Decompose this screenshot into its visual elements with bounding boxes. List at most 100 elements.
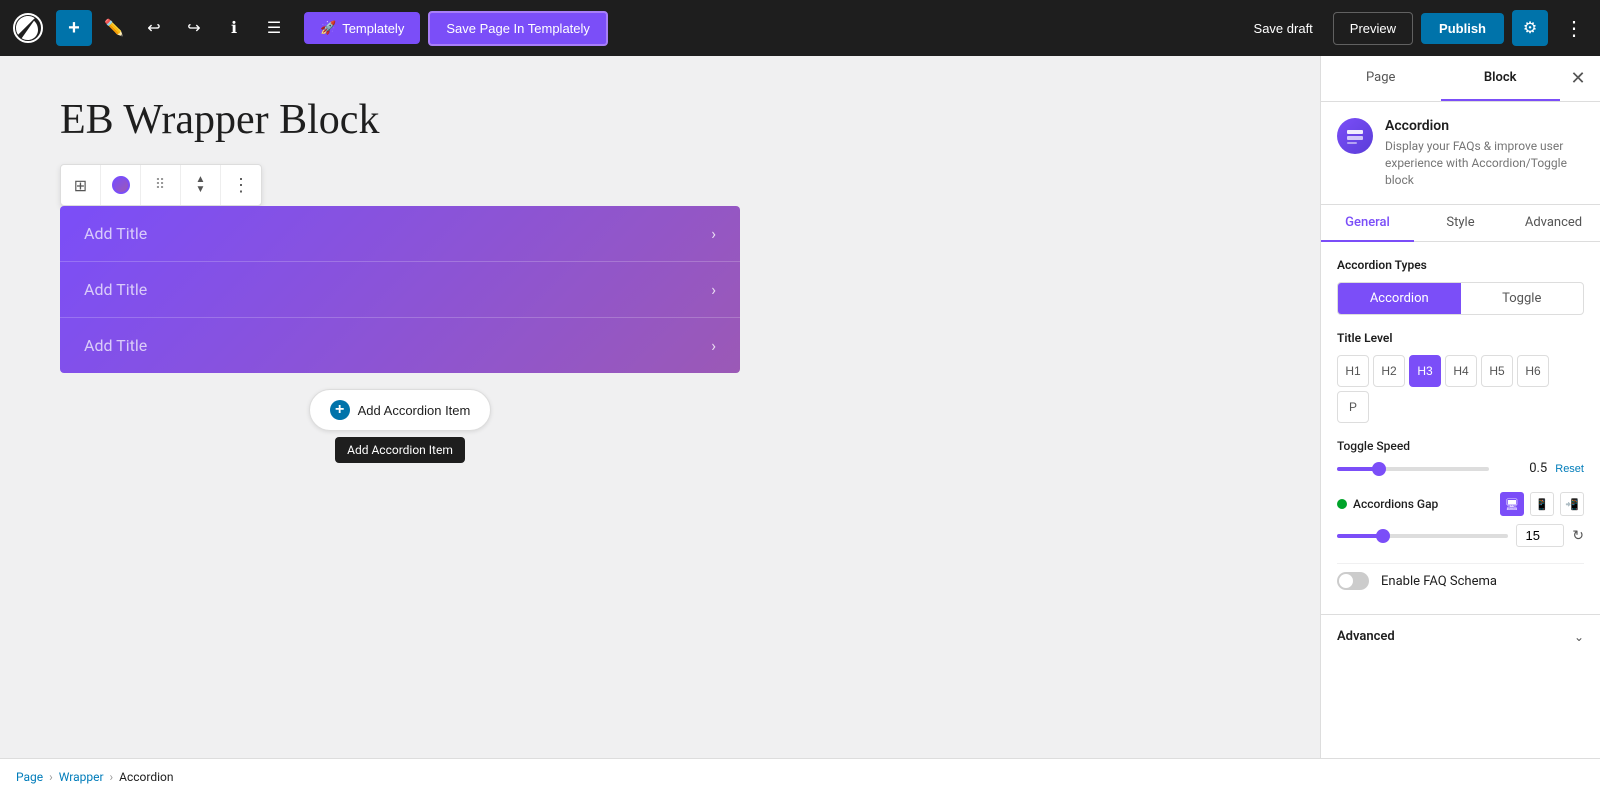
block-options[interactable]: ⋮ [221, 165, 261, 205]
breadcrumb-page[interactable]: Page [16, 770, 43, 784]
panel-content: Accordion Types Accordion Toggle Title L… [1321, 242, 1600, 614]
add-accordion-button[interactable]: + Add Accordion Item [309, 389, 492, 431]
add-block-button[interactable]: + [56, 10, 92, 46]
accordion-title-3: Add Title [84, 336, 147, 355]
toolbar: + ✏️ ↩ ↪ ℹ ☰ 🚀 Templately Save Page In T… [0, 0, 1600, 56]
toggle-speed-section: Toggle Speed 0.5 Reset [1337, 439, 1584, 476]
undo-button[interactable]: ↩ [136, 10, 172, 46]
accordion-types-label: Accordion Types [1337, 258, 1584, 272]
save-templately-button[interactable]: Save Page In Templately [428, 11, 608, 46]
title-level-h1[interactable]: H1 [1337, 355, 1369, 387]
gap-icon-desktop[interactable]: 🖥 [1500, 492, 1524, 516]
panel-tab-general[interactable]: General [1321, 205, 1414, 242]
info-icon: ℹ [231, 18, 237, 38]
accordions-gap-label: Accordions Gap [1353, 497, 1494, 511]
faq-schema-toggle[interactable] [1337, 572, 1369, 590]
accordion-type-toggle-btn[interactable]: Toggle [1461, 283, 1584, 314]
toggle-speed-slider[interactable] [1337, 467, 1489, 471]
advanced-header[interactable]: Advanced ⌄ [1321, 615, 1600, 658]
redo-button[interactable]: ↪ [176, 10, 212, 46]
add-accordion-container: + Add Accordion Item Add Accordion Item [60, 389, 740, 463]
undo-icon: ↩ [147, 18, 160, 38]
block-type-icon[interactable]: ⊞ [61, 165, 101, 205]
publish-label: Publish [1439, 21, 1486, 36]
toggle-speed-label-row: Toggle Speed [1337, 439, 1584, 453]
tooltip-text: Add Accordion Item [347, 443, 453, 457]
publish-button[interactable]: Publish [1421, 13, 1504, 44]
faq-schema-label: Enable FAQ Schema [1381, 574, 1497, 589]
breadcrumb-sep-2: › [110, 770, 114, 784]
sidebar-close-button[interactable]: ✕ [1560, 61, 1596, 97]
accordions-gap-slider[interactable] [1337, 534, 1508, 538]
title-level-section: Title Level H1 H2 H3 H4 H5 H6 P [1337, 331, 1584, 423]
accordions-gap-reset[interactable]: ↻ [1572, 528, 1584, 544]
settings-button[interactable]: ⚙ [1512, 10, 1548, 46]
templately-icon: 🚀 [320, 20, 336, 36]
gap-icon-mobile[interactable]: 📲 [1560, 492, 1584, 516]
title-level-h3[interactable]: H3 [1409, 355, 1441, 387]
title-level-p[interactable]: P [1337, 391, 1369, 423]
toggle-switch-inner [1339, 574, 1353, 588]
panel-advanced-label: Advanced [1525, 215, 1582, 230]
accordion-type-accordion[interactable]: Accordion [1338, 283, 1461, 314]
accordion-item-2[interactable]: Add Title › [60, 262, 740, 318]
toggle-speed-label: Toggle Speed [1337, 439, 1410, 453]
accordion-arrow-2: › [711, 280, 716, 299]
ellipsis-icon: ⋮ [1564, 16, 1584, 41]
accordions-gap-section: Accordions Gap 🖥 📱 📲 ↻ [1337, 492, 1584, 547]
save-draft-button[interactable]: Save draft [1242, 13, 1325, 44]
drag-handle[interactable]: ⠿ [141, 165, 181, 205]
accordions-gap-label-row: Accordions Gap 🖥 📱 📲 [1337, 492, 1584, 516]
advanced-section: Advanced ⌄ [1321, 614, 1600, 658]
templately-label: Templately [342, 21, 404, 36]
block-circle-icon[interactable] [101, 165, 141, 205]
title-level-h4[interactable]: H4 [1445, 355, 1477, 387]
accordion-title-1: Add Title [84, 224, 147, 243]
move-up-down[interactable]: ▲▼ [181, 165, 221, 205]
redo-icon: ↪ [187, 18, 200, 38]
preview-button[interactable]: Preview [1333, 12, 1413, 45]
advanced-title: Advanced [1337, 629, 1395, 644]
accordion-item-1[interactable]: Add Title › [60, 206, 740, 262]
gear-icon: ⚙ [1523, 18, 1537, 38]
accordion-item-3[interactable]: Add Title › [60, 318, 740, 373]
block-icon [1337, 118, 1373, 154]
accordions-gap-value-input[interactable] [1516, 524, 1564, 547]
block-info-text: Accordion Display your FAQs & improve us… [1385, 118, 1584, 188]
tab-block[interactable]: Block [1441, 56, 1561, 101]
accordion-type-toggle: Accordion Toggle [1337, 282, 1584, 315]
more-options-button[interactable]: ⋮ [1556, 10, 1592, 46]
gap-icon-tablet[interactable]: 📱 [1530, 492, 1554, 516]
list-view-button[interactable]: ☰ [256, 10, 292, 46]
tab-block-label: Block [1484, 70, 1517, 85]
tab-page[interactable]: Page [1321, 56, 1441, 101]
breadcrumb-wrapper[interactable]: Wrapper [59, 770, 104, 784]
drag-icon: ⠿ [155, 177, 166, 193]
list-icon: ☰ [267, 18, 281, 38]
toggle-speed-value: 0.5 [1497, 461, 1547, 476]
edit-tool-button[interactable]: ✏️ [96, 10, 132, 46]
save-draft-label: Save draft [1254, 21, 1313, 36]
close-icon: ✕ [1570, 68, 1585, 89]
editor-area: EB Wrapper Block ⊞ ⠿ ▲▼ ⋮ Add Title › [0, 56, 1320, 758]
info-button[interactable]: ℹ [216, 10, 252, 46]
title-level-h6[interactable]: H6 [1517, 355, 1549, 387]
chevron-up-down-icon: ▲▼ [196, 175, 206, 195]
plus-circle-icon: + [330, 400, 350, 420]
toggle-option-label: Toggle [1502, 291, 1541, 306]
accordion-types-section: Accordion Types Accordion Toggle [1337, 258, 1584, 315]
panel-tab-advanced[interactable]: Advanced [1507, 205, 1600, 241]
title-level-label: Title Level [1337, 331, 1584, 345]
block-name: Accordion [1385, 118, 1584, 134]
sidebar-header: Page Block ✕ [1321, 56, 1600, 102]
title-level-group: H1 H2 H3 H4 H5 H6 P [1337, 355, 1584, 423]
toggle-speed-reset[interactable]: Reset [1555, 463, 1584, 475]
wp-logo[interactable] [8, 8, 48, 48]
block-description: Display your FAQs & improve user experie… [1385, 138, 1584, 188]
templately-button[interactable]: 🚀 Templately [304, 12, 420, 44]
title-level-h5[interactable]: H5 [1481, 355, 1513, 387]
title-level-h2[interactable]: H2 [1373, 355, 1405, 387]
panel-tab-style[interactable]: Style [1414, 205, 1507, 241]
accordion-block-icon: ⊞ [74, 176, 87, 195]
faq-schema-row: Enable FAQ Schema [1337, 563, 1584, 598]
